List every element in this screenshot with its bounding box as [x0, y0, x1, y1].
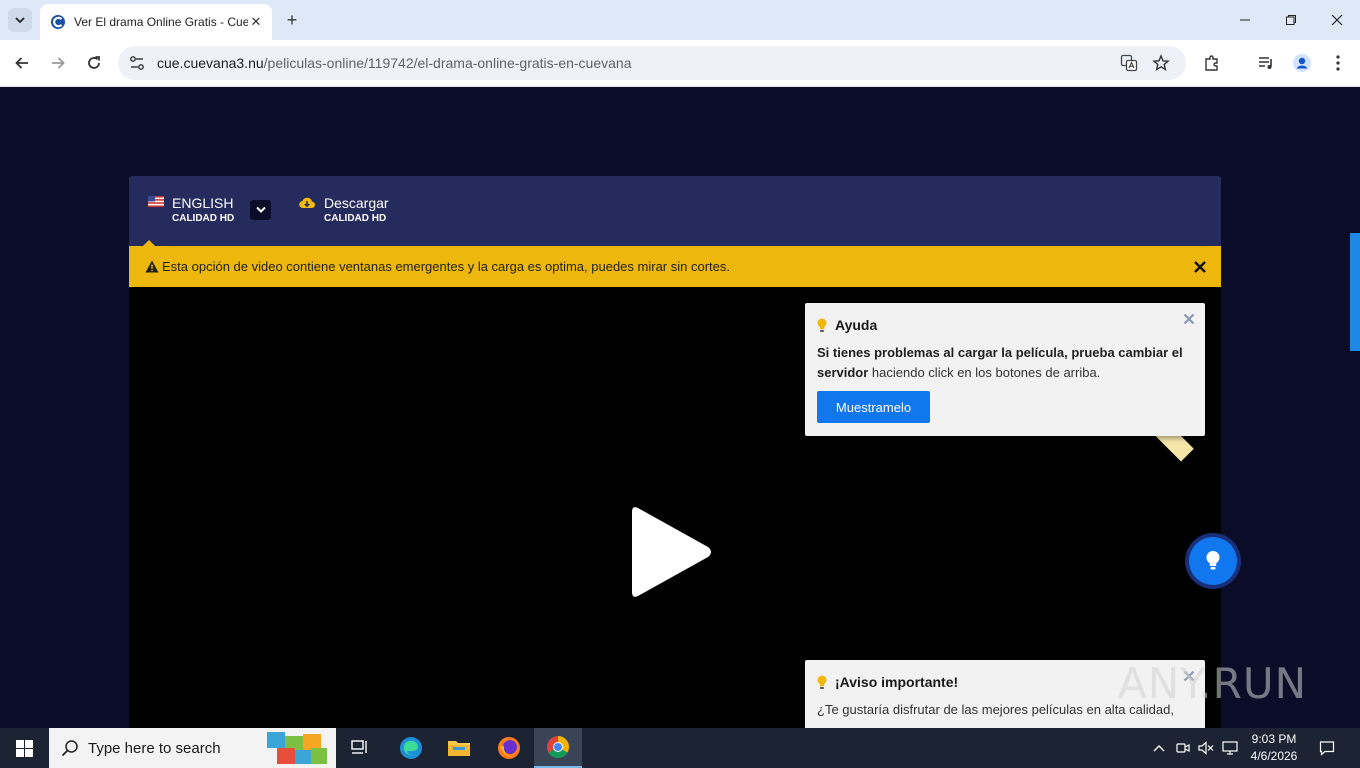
- warning-text: Esta opción de video contiene ventanas e…: [162, 259, 730, 274]
- server-selector-bar: ENGLISH CALIDAD HD Descargar CALIDAD HD: [129, 176, 1221, 246]
- web-page: ENGLISH CALIDAD HD Descargar CALIDAD HD …: [0, 87, 1360, 728]
- browser-toolbar: cue.cuevana3.nu/peliculas-online/119742/…: [0, 40, 1360, 87]
- tray-volume-button[interactable]: [1198, 740, 1214, 756]
- browser-tab-bar: Ver El drama Online Gratis - Cuevana ✕ +: [0, 0, 1360, 40]
- task-view-icon: [351, 740, 367, 754]
- tray-meet-button[interactable]: [1175, 740, 1191, 756]
- warning-banner: Esta opción de video contiene ventanas e…: [129, 246, 1221, 287]
- profile-button[interactable]: [1292, 53, 1312, 73]
- new-tab-button[interactable]: +: [282, 10, 302, 30]
- taskbar-clock[interactable]: 9:03 PM 4/6/2026: [1247, 731, 1301, 765]
- server-quality: CALIDAD HD: [172, 213, 235, 224]
- clock-time: 9:03 PM: [1251, 732, 1297, 746]
- tab-close-button[interactable]: ✕: [248, 14, 264, 30]
- camera-icon: [1176, 743, 1190, 753]
- cuevana-favicon-icon: [51, 15, 65, 29]
- tray-overflow-button[interactable]: [1151, 740, 1167, 756]
- lightbulb-icon: [817, 675, 827, 689]
- volume-muted-icon: [1198, 741, 1214, 755]
- lightbulb-icon: [1206, 551, 1220, 570]
- profile-icon: [1293, 54, 1311, 72]
- reload-button[interactable]: [82, 51, 106, 75]
- extensions-button[interactable]: [1202, 53, 1222, 73]
- server-quality: CALIDAD HD: [324, 213, 387, 224]
- chevron-down-icon: [255, 206, 266, 213]
- notice-popup-title: ¡Aviso importante!: [835, 674, 959, 690]
- page-scrollbar-thumb[interactable]: [1350, 233, 1360, 351]
- tab-title: Ver El drama Online Gratis - Cuevana: [74, 15, 248, 29]
- taskbar-app-file-explorer[interactable]: [435, 728, 483, 768]
- browser-tab-active[interactable]: Ver El drama Online Gratis - Cuevana ✕: [40, 4, 272, 40]
- help-fab-inner: [1189, 537, 1237, 585]
- firefox-icon: [498, 737, 520, 759]
- help-popup-body-rest: haciendo click en los botones de arriba.: [868, 365, 1101, 380]
- play-icon[interactable]: [628, 502, 714, 602]
- taskbar-app-edge[interactable]: [387, 728, 435, 768]
- translate-icon[interactable]: [1120, 54, 1138, 72]
- search-placeholder: Type here to search: [88, 740, 221, 757]
- forward-button[interactable]: [46, 51, 70, 75]
- search-icon: [61, 740, 78, 757]
- warning-icon: [145, 260, 159, 273]
- chrome-icon: [547, 736, 569, 758]
- site-info-icon[interactable]: [128, 54, 146, 72]
- server-option-descargar[interactable]: Descargar CALIDAD HD: [324, 194, 389, 224]
- tray-network-button[interactable]: [1222, 740, 1238, 756]
- warning-close-icon[interactable]: [1192, 259, 1208, 275]
- media-control-button[interactable]: [1256, 53, 1276, 73]
- video-player: ENGLISH CALIDAD HD Descargar CALIDAD HD …: [129, 176, 1221, 728]
- task-view-button[interactable]: [336, 728, 384, 768]
- back-icon: [15, 57, 28, 69]
- help-fab-button[interactable]: [1185, 533, 1241, 589]
- cloud-download-icon: [299, 197, 315, 209]
- folder-icon: [448, 741, 470, 756]
- restore-icon: [1286, 15, 1296, 25]
- notification-icon: [1319, 741, 1335, 756]
- chevron-up-icon: [1153, 745, 1165, 752]
- help-popup-close-icon[interactable]: [1183, 313, 1195, 325]
- help-popup-title: Ayuda: [835, 317, 878, 333]
- close-icon: [1331, 14, 1343, 26]
- media-control-icon: [1259, 57, 1272, 69]
- help-popup-body: Si tienes problemas al cargar la películ…: [817, 343, 1195, 383]
- taskbar-search-box[interactable]: Type here to search: [49, 728, 336, 768]
- help-popup: Ayuda Si tienes problemas al cargar la p…: [805, 303, 1205, 436]
- taskbar-app-chrome[interactable]: [534, 728, 582, 768]
- windows-logo-icon: [15, 739, 33, 757]
- back-button[interactable]: [10, 51, 34, 75]
- clock-date: 4/6/2026: [1250, 749, 1298, 763]
- start-button[interactable]: [0, 728, 48, 768]
- server-dropdown-button[interactable]: [250, 200, 271, 220]
- close-window-button[interactable]: [1314, 8, 1360, 32]
- bookmark-star-icon[interactable]: [1152, 54, 1170, 72]
- address-bar[interactable]: cue.cuevana3.nu/peliculas-online/119742/…: [118, 46, 1186, 80]
- extensions-icon: [1205, 55, 1218, 71]
- minimize-icon: [1240, 19, 1250, 21]
- menu-icon: [1336, 55, 1340, 71]
- us-flag-icon: [148, 196, 164, 207]
- url-path: /peliculas-online/119742/el-drama-online…: [263, 55, 632, 71]
- server-name: ENGLISH: [172, 195, 234, 211]
- minimize-button[interactable]: [1222, 8, 1268, 32]
- restore-button[interactable]: [1268, 8, 1314, 32]
- reload-icon: [88, 56, 100, 69]
- muestramelo-button[interactable]: Muestramelo: [817, 391, 930, 423]
- lightbulb-icon: [817, 318, 827, 332]
- url-host: cue.cuevana3.nu: [157, 55, 264, 71]
- notifications-button[interactable]: [1319, 740, 1335, 756]
- puzzle-pieces-icon: [267, 732, 327, 764]
- forward-icon: [52, 57, 65, 69]
- chevron-down-icon: [15, 17, 25, 24]
- server-option-english[interactable]: ENGLISH CALIDAD HD: [172, 194, 234, 224]
- edge-icon: [400, 737, 422, 759]
- server-name: Descargar: [324, 195, 389, 211]
- url-text: cue.cuevana3.nu/peliculas-online/119742/…: [157, 55, 631, 71]
- anyrun-watermark: ANY.RUN: [1118, 659, 1307, 708]
- network-icon: [1222, 741, 1238, 755]
- windows-taskbar: Type here to search 9:03 PM 4/6/2026: [0, 728, 1360, 768]
- tab-search-button[interactable]: [8, 8, 32, 32]
- taskbar-app-firefox[interactable]: [485, 728, 533, 768]
- browser-menu-button[interactable]: [1328, 53, 1348, 73]
